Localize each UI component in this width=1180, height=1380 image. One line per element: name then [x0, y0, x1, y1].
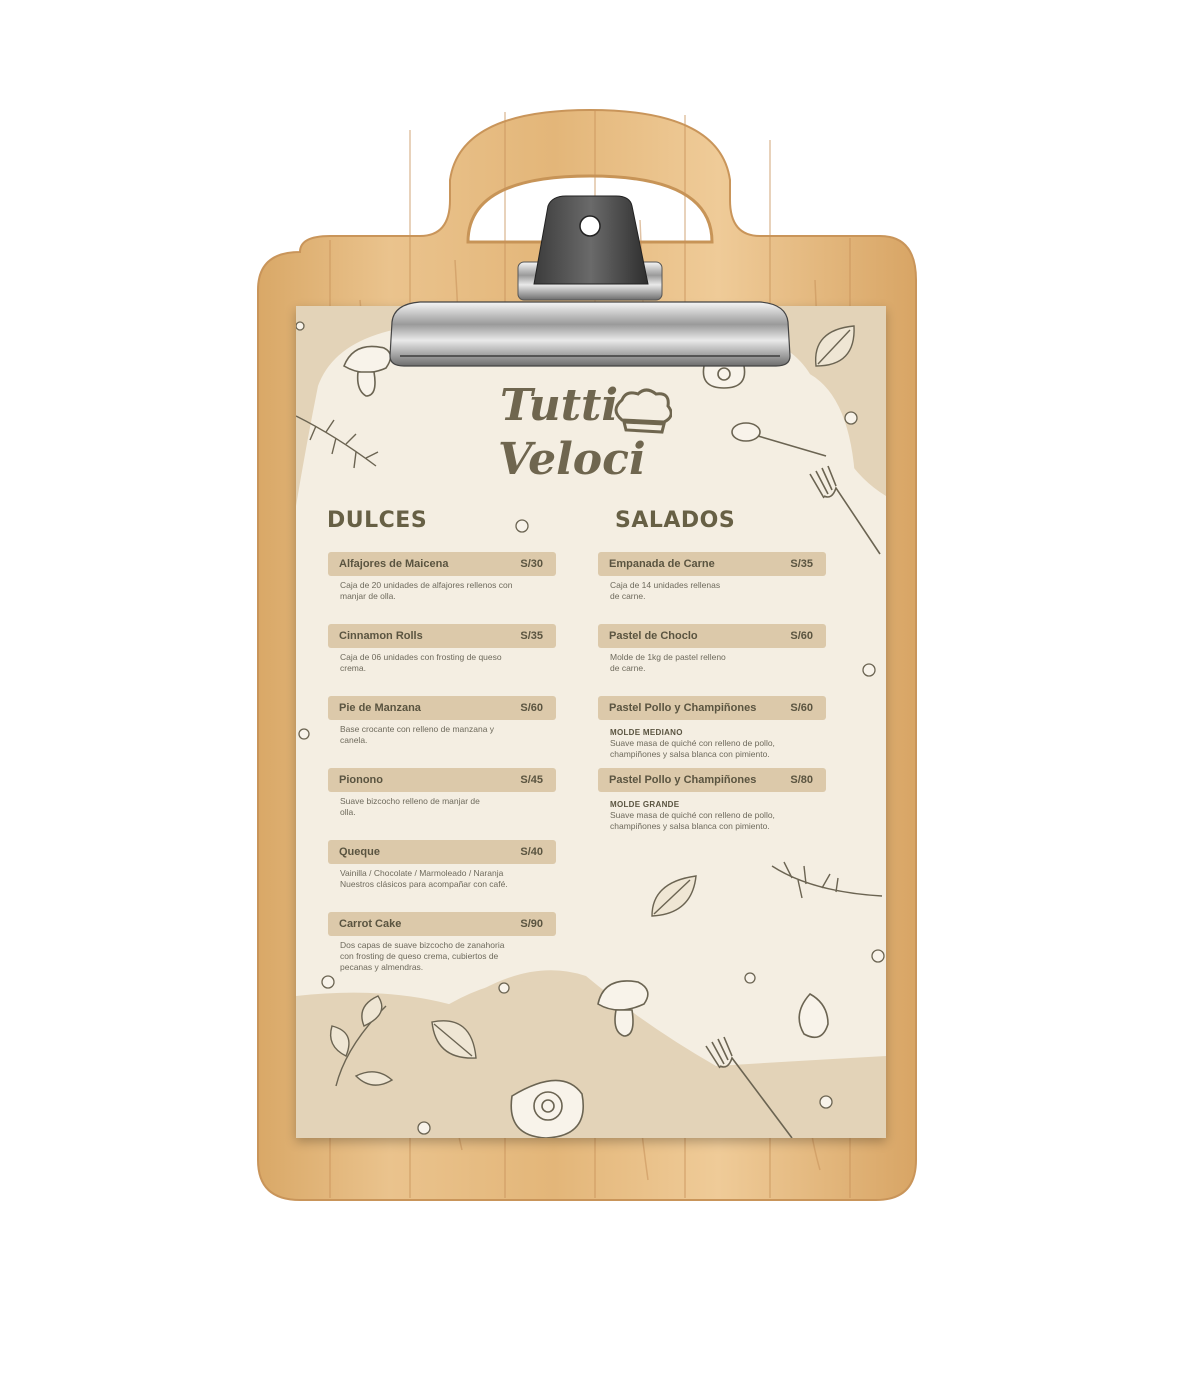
item-description: Suave masa de quiché con relleno de poll… [610, 810, 775, 831]
item-bar: Carrot Cake S/90 [328, 912, 556, 936]
item-name: Pastel Pollo y Champiñones [609, 702, 757, 714]
item-size: MOLDE MEDIANO [610, 728, 683, 737]
menu-item: Pie de Manzana S/60 Base crocante con re… [328, 696, 556, 746]
menu-item: Pastel Pollo y Champiñones S/60 MOLDE ME… [598, 696, 826, 760]
menu-item: Alfajores de Maicena S/30 Caja de 20 uni… [328, 552, 556, 602]
item-description: Caja de 06 unidades con frosting de ques… [340, 652, 502, 673]
item-price: S/60 [790, 630, 813, 642]
menu-item: Cinnamon Rolls S/35 Caja de 06 unidades … [328, 624, 556, 674]
item-bar: Pie de Manzana S/60 [328, 696, 556, 720]
item-name: Cinnamon Rolls [339, 630, 423, 642]
item-name: Empanada de Carne [609, 558, 715, 570]
item-name: Queque [339, 846, 380, 858]
item-price: S/35 [790, 558, 813, 570]
item-bar: Empanada de Carne S/35 [598, 552, 826, 576]
item-description: Caja de 20 unidades de alfajores relleno… [340, 580, 513, 601]
item-bar: Queque S/40 [328, 840, 556, 864]
item-price: S/40 [520, 846, 543, 858]
item-bar: Pionono S/45 [328, 768, 556, 792]
menu-item: Carrot Cake S/90 Dos capas de suave bizc… [328, 912, 556, 973]
item-price: S/45 [520, 774, 543, 786]
item-description: Molde de 1kg de pastel relleno de carne. [610, 652, 726, 673]
item-bar: Cinnamon Rolls S/35 [328, 624, 556, 648]
menu-paper: Tutti Veloci DULCES SALADOS Alfajores de… [296, 306, 886, 1138]
item-description: Vainilla / Chocolate / Marmoleado / Nara… [340, 868, 508, 889]
item-price: S/60 [520, 702, 543, 714]
clip-icon [389, 195, 791, 367]
menu-item: Pastel Pollo y Champiñones S/80 MOLDE GR… [598, 768, 826, 832]
item-name: Pastel de Choclo [609, 630, 698, 642]
item-description: Suave bizcocho relleno de manjar de olla… [340, 796, 480, 817]
item-name: Carrot Cake [339, 918, 402, 930]
item-description: Caja de 14 unidades rellenas de carne. [610, 580, 721, 601]
item-bar: Pastel Pollo y Champiñones S/60 [598, 696, 826, 720]
menu-item: Empanada de Carne S/35 Caja de 14 unidad… [598, 552, 826, 602]
item-description: Suave masa de quiché con relleno de poll… [610, 738, 775, 759]
item-bar: Alfajores de Maicena S/30 [328, 552, 556, 576]
item-name: Pastel Pollo y Champiñones [609, 774, 757, 786]
menu-item: Pionono S/45 Suave bizcocho relleno de m… [328, 768, 556, 818]
item-price: S/35 [520, 630, 543, 642]
item-price: S/30 [520, 558, 543, 570]
item-size: MOLDE GRANDE [610, 800, 680, 809]
section-title-salados: SALADOS [615, 508, 736, 533]
item-price: S/60 [790, 702, 813, 714]
item-name: Alfajores de Maicena [339, 558, 449, 570]
item-name: Pie de Manzana [339, 702, 421, 714]
logo-line-2: Veloci [498, 434, 646, 485]
item-price: S/90 [520, 918, 543, 930]
item-description: Base crocante con relleno de manzana y c… [340, 724, 495, 745]
item-name: Pionono [339, 774, 383, 786]
menu-item: Pastel de Choclo S/60 Molde de 1kg de pa… [598, 624, 826, 674]
item-description: Dos capas de suave bizcocho de zanahoria… [340, 940, 505, 972]
item-bar: Pastel de Choclo S/60 [598, 624, 826, 648]
item-price: S/80 [790, 774, 813, 786]
section-title-dulces: DULCES [327, 508, 428, 533]
menu-item: Queque S/40 Vainilla / Chocolate / Marmo… [328, 840, 556, 890]
item-bar: Pastel Pollo y Champiñones S/80 [598, 768, 826, 792]
